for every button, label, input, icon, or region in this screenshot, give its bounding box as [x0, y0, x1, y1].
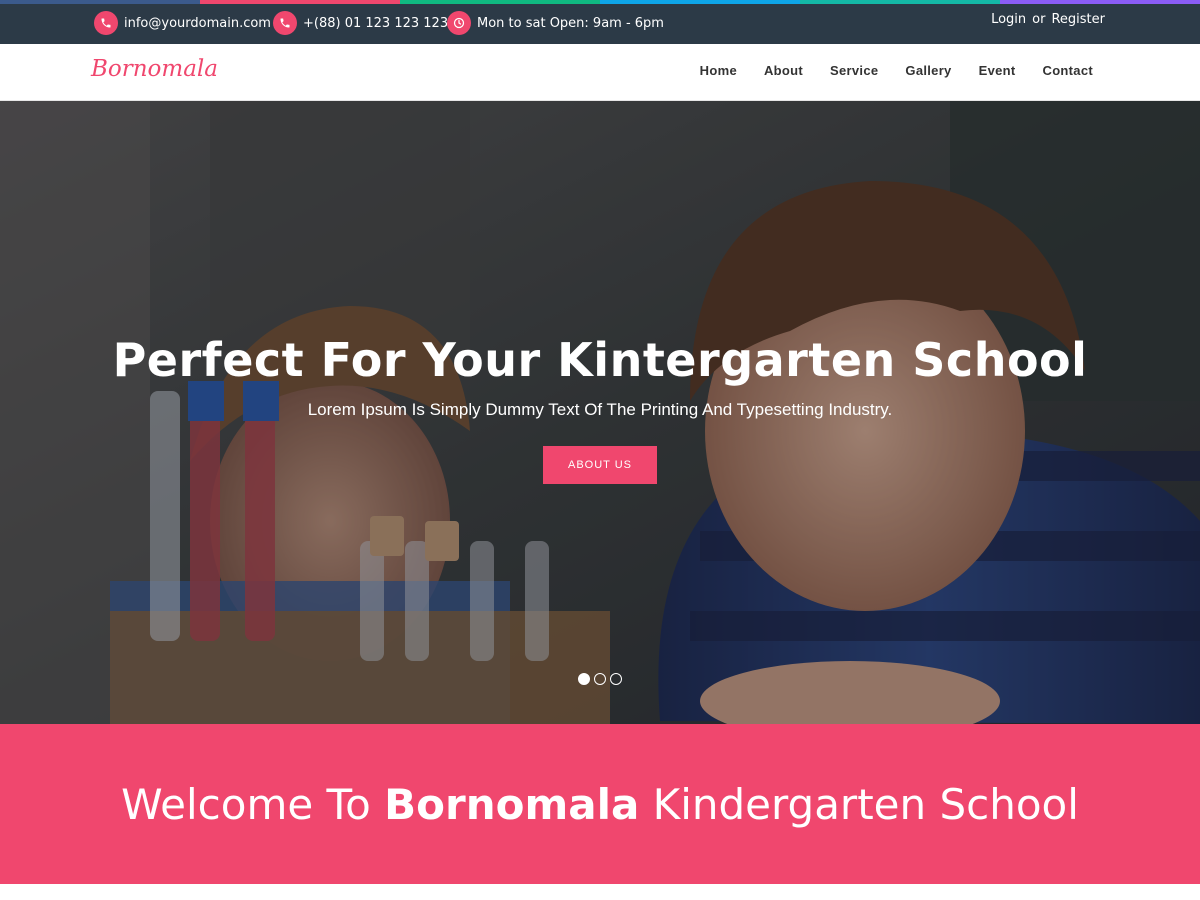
welcome-brand: Bornomala [384, 780, 640, 829]
stripe-segment [200, 0, 400, 4]
register-link[interactable]: Register [1051, 12, 1105, 27]
hours-text: Mon to sat Open: 9am - 6pm [477, 15, 664, 31]
nav-service[interactable]: Service [830, 63, 878, 78]
nav-contact[interactable]: Contact [1043, 63, 1094, 78]
phone-icon [94, 11, 118, 35]
hero-slider: Perfect For Your Kintergarten School Lor… [0, 101, 1200, 724]
contact-hours: Mon to sat Open: 9am - 6pm [447, 11, 664, 35]
stripe-segment [400, 0, 600, 4]
main-navbar: Bornomala Home About Service Gallery Eve… [0, 44, 1200, 101]
welcome-prefix: Welcome To [121, 780, 371, 829]
stripe-segment [600, 0, 800, 4]
nav-gallery[interactable]: Gallery [905, 63, 951, 78]
welcome-banner: Welcome To Bornomala Kindergarten School [0, 724, 1200, 884]
slider-dot-3[interactable] [610, 673, 622, 685]
nav-event[interactable]: Event [979, 63, 1016, 78]
stripe-segment [0, 0, 200, 4]
welcome-suffix: Kindergarten School [652, 780, 1079, 829]
stripe-segment [1000, 0, 1200, 4]
or-separator: or [1032, 12, 1046, 27]
phone-icon [273, 11, 297, 35]
hero-subtitle: Lorem Ipsum Is Simply Dummy Text Of The … [307, 400, 893, 419]
about-us-button[interactable]: ABOUT US [543, 446, 657, 484]
login-link[interactable]: Login [991, 12, 1026, 27]
slider-dot-2[interactable] [594, 673, 606, 685]
main-nav: Home About Service Gallery Event Contact [700, 63, 1093, 78]
slider-dot-1[interactable] [578, 673, 590, 685]
slider-dots [578, 673, 622, 685]
stripe-segment [800, 0, 1000, 4]
auth-links: Login or Register [991, 12, 1105, 27]
color-stripe [0, 0, 1200, 4]
nav-home[interactable]: Home [700, 63, 737, 78]
top-bar: info@yourdomain.com +(88) 01 123 123 123… [0, 0, 1200, 44]
email-text: info@yourdomain.com [124, 15, 271, 31]
nav-about[interactable]: About [764, 63, 803, 78]
clock-icon [447, 11, 471, 35]
phone-text: +(88) 01 123 123 123 [303, 15, 449, 31]
contact-phone[interactable]: +(88) 01 123 123 123 [273, 11, 448, 35]
hero-title: Perfect For Your Kintergarten School [112, 333, 1088, 387]
brand-logo[interactable]: Bornomala [91, 56, 218, 82]
contact-email[interactable]: info@yourdomain.com [94, 11, 271, 35]
welcome-heading: Welcome To Bornomala Kindergarten School [0, 780, 1200, 829]
